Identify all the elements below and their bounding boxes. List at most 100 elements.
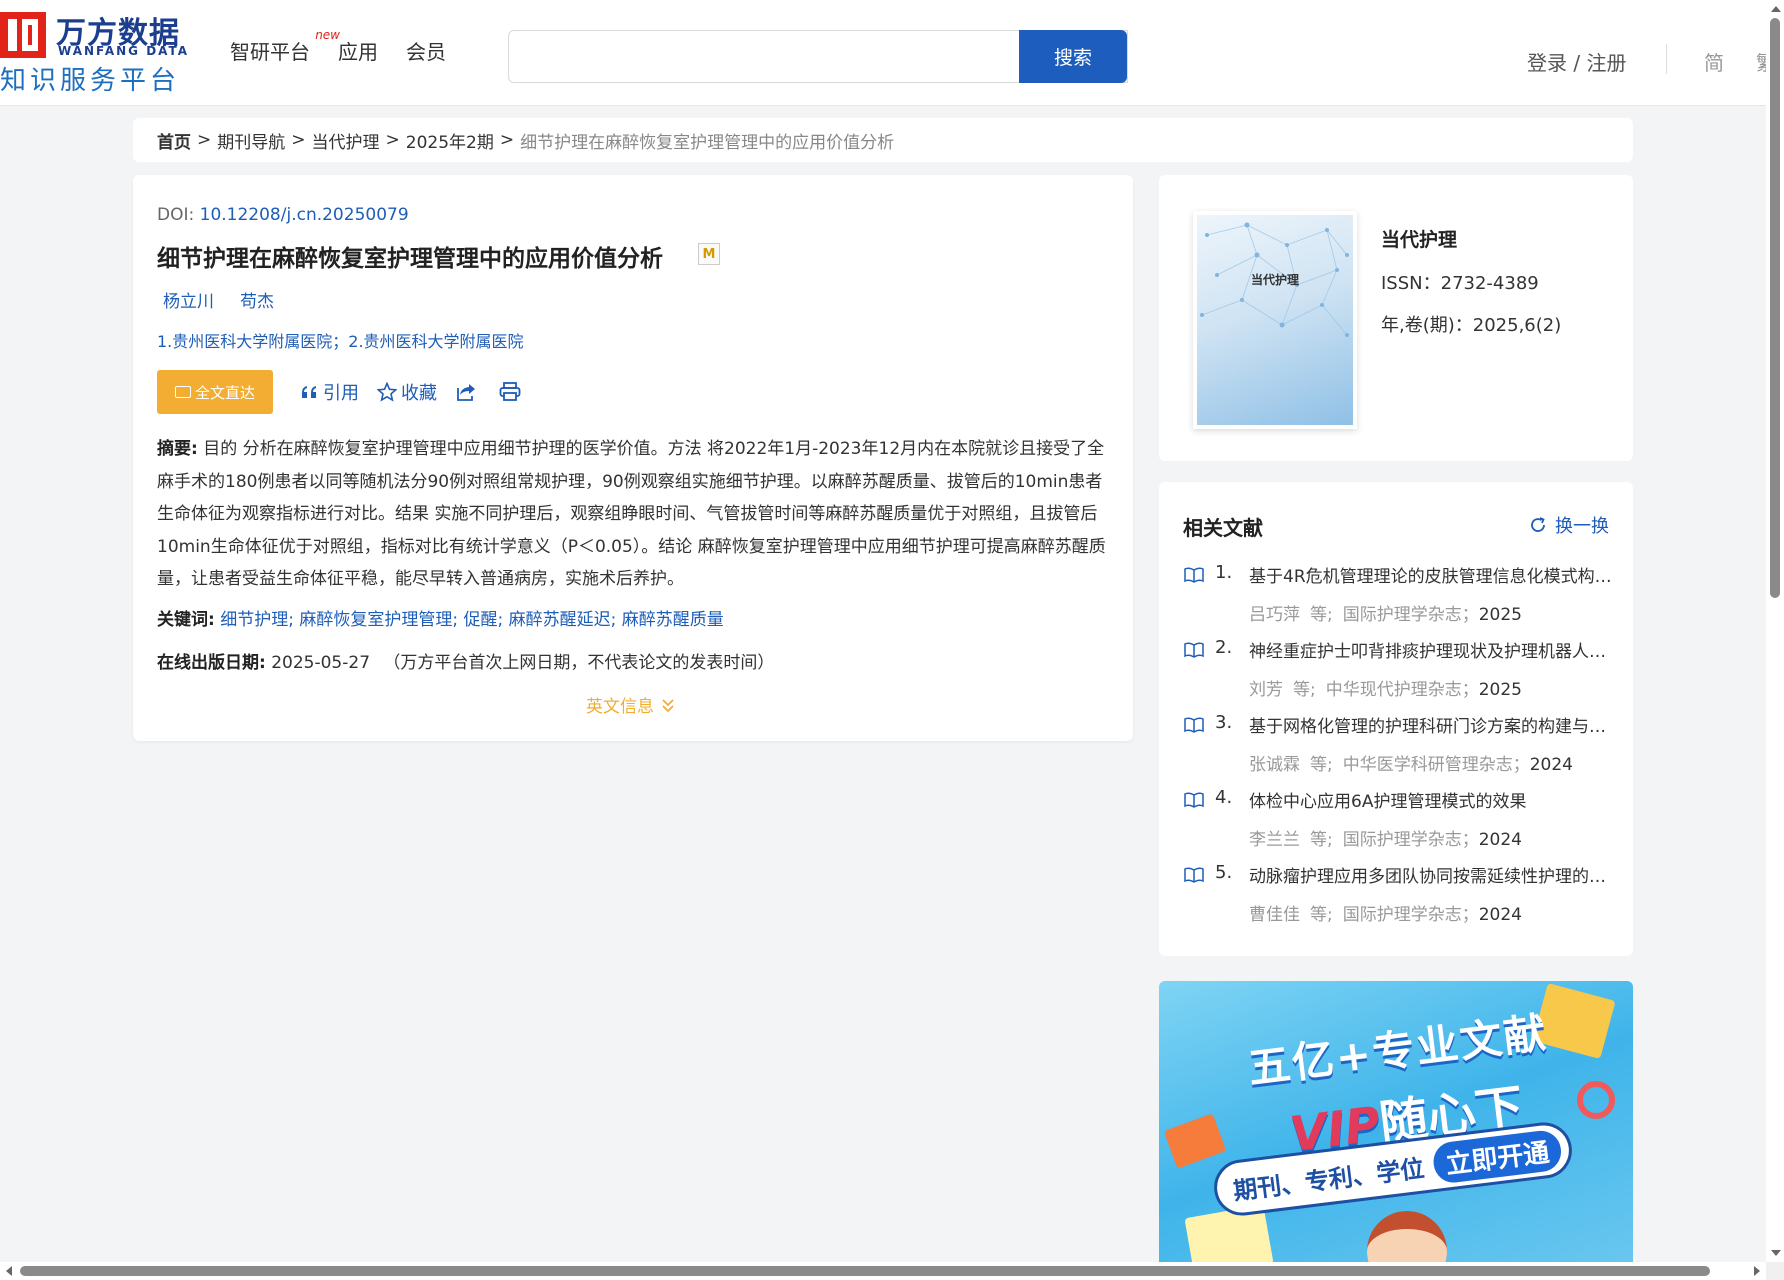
avatar-illustration: [1367, 1211, 1447, 1262]
related-item-title[interactable]: 神经重症护士叩背排痰护理现状及护理机器人需求调查: [1249, 637, 1613, 662]
keyword-link[interactable]: 麻醉苏醒延迟: [509, 610, 611, 630]
affiliations[interactable]: 1.贵州医科大学附属医院；2.贵州医科大学附属医院: [157, 328, 524, 352]
pubdate-note: （万方平台首次上网日期，不代表论文的发表时间）: [383, 653, 775, 673]
breadcrumb-issue[interactable]: 2025年2期: [406, 128, 494, 153]
doi-label: DOI:: [157, 205, 200, 225]
share-button[interactable]: [455, 382, 477, 402]
open-book-icon: [1184, 867, 1204, 883]
related-item[interactable]: 5. 动脉瘤护理应用多团队协同按需延续性护理的效果 曹佳佳 等; 国际护理学杂志；202…: [1183, 862, 1613, 937]
ad-pill-text: 期刊、专利、学位: [1231, 1153, 1426, 1205]
scroll-right-icon[interactable]: [1754, 1266, 1760, 1276]
related-item-meta: 曹佳佳 等; 国际护理学杂志；2024: [1249, 900, 1522, 925]
doi-link[interactable]: 10.12208/j.cn.20250079: [200, 205, 409, 225]
related-item-etal: 等;: [1310, 830, 1333, 850]
related-item-etal: 等;: [1293, 680, 1316, 700]
related-item[interactable]: 4. 体检中心应用6A护理管理模式的效果 李兰兰 等; 国际护理学杂志；2024: [1183, 787, 1613, 862]
scroll-left-icon[interactable]: [6, 1266, 12, 1276]
related-item-number: 4.: [1215, 787, 1233, 808]
english-info-label: 英文信息: [586, 697, 654, 717]
share-icon: [457, 384, 475, 401]
lang-simplified[interactable]: 简: [1704, 47, 1724, 76]
breadcrumb-home[interactable]: 首页: [157, 128, 191, 153]
author-list: 杨立川 苟杰: [163, 287, 274, 312]
related-literature-card: 相关文献 换一换 1. 基于4R危机管理理论的皮肤管理信息化模式构建与应用吕巧萍等…: [1159, 482, 1633, 956]
related-item[interactable]: 1. 基于4R危机管理理论的皮肤管理信息化模式构建与应用吕巧萍等; 国际护理学杂志；…: [1183, 562, 1613, 637]
nav-item-zhiyan[interactable]: 智研平台 new: [230, 28, 340, 65]
keyword-link[interactable]: 细节护理: [220, 610, 288, 630]
scrollbar-corner: [1766, 1262, 1784, 1280]
related-item-journal[interactable]: 国际护理学杂志: [1343, 605, 1462, 625]
breadcrumb-journal-nav[interactable]: 期刊导航: [217, 128, 285, 153]
print-button[interactable]: [499, 382, 521, 402]
related-item-author[interactable]: 李兰兰: [1249, 830, 1300, 850]
card-illustration: [1163, 1113, 1227, 1169]
related-item-author[interactable]: 吕巧萍: [1249, 605, 1300, 625]
scroll-thumb[interactable]: [1770, 18, 1780, 598]
related-heading: 相关文献: [1183, 516, 1263, 540]
lang-divider: [1666, 44, 1667, 74]
keywords-line: 关键词: 细节护理; 麻醉恢复室护理管理; 促醒; 麻醉苏醒延迟; 麻醉苏醒质量: [157, 610, 724, 630]
related-item-author[interactable]: 刘芳: [1249, 680, 1283, 700]
printer-icon: [499, 382, 521, 401]
star-icon: [377, 382, 397, 402]
full-text-button[interactable]: 全文直达: [157, 370, 273, 414]
ad-open-now-button[interactable]: 立即开通: [1431, 1128, 1564, 1185]
cite-label: 引用: [323, 383, 359, 404]
cover-network-graphic: [1200, 222, 1349, 337]
nav-item-member[interactable]: 会员: [406, 36, 446, 65]
related-item-title[interactable]: 基于4R危机管理理论的皮肤管理信息化模式构建与应用: [1249, 562, 1613, 587]
related-item[interactable]: 3. 基于网格化管理的护理科研门诊方案的构建与应用 张诚霖 等; 中华医学科研管理杂志；…: [1183, 712, 1613, 787]
scroll-down-icon[interactable]: [1771, 1250, 1781, 1256]
related-item-author[interactable]: 张诚霖: [1249, 755, 1300, 775]
top-header: 万方数据 WANFANG DATA 知识服务平台 智研平台 new 应用 会员 …: [0, 0, 1776, 106]
keyword-link[interactable]: 麻醉恢复室护理管理: [299, 610, 452, 630]
related-item-number: 5.: [1215, 862, 1233, 883]
vip-ad-banner[interactable]: 五亿+专业文献 VIP随心下 期刊、专利、学位 立即开通: [1159, 981, 1633, 1262]
horizontal-scrollbar[interactable]: [0, 1262, 1766, 1280]
journal-issn: ISSN：2732-4389: [1381, 273, 1539, 294]
refresh-button[interactable]: 换一换: [1529, 512, 1609, 538]
refresh-icon: [1531, 517, 1545, 532]
related-item[interactable]: 2. 神经重症护士叩背排痰护理现状及护理机器人需求调查刘芳等; 中华现代护理杂志；2…: [1183, 637, 1613, 712]
article-title: 细节护理在麻醉恢复室护理管理中的应用价值分析: [157, 246, 663, 272]
related-item-title[interactable]: 体检中心应用6A护理管理模式的效果: [1249, 787, 1613, 812]
journal-cover[interactable]: 当代护理: [1193, 211, 1357, 429]
keyword-link[interactable]: 促醒: [464, 610, 498, 630]
favorite-label: 收藏: [401, 383, 437, 404]
related-item-year: 2024: [1529, 755, 1573, 775]
favorite-button[interactable]: 收藏: [377, 379, 437, 405]
cite-button[interactable]: 引用: [301, 379, 359, 405]
author-link[interactable]: 杨立川: [163, 287, 214, 312]
related-item-year: 2024: [1478, 830, 1522, 850]
abstract-label: 摘要:: [157, 439, 198, 459]
logo-en-text: WANFANG DATA: [58, 44, 190, 58]
nav-label: 会员: [406, 40, 446, 64]
vertical-scrollbar[interactable]: [1766, 0, 1784, 1262]
related-item-title[interactable]: 基于网格化管理的护理科研门诊方案的构建与应用: [1249, 712, 1613, 737]
m-badge-icon[interactable]: M: [698, 243, 720, 265]
keyword-link[interactable]: 麻醉苏醒质量: [622, 610, 724, 630]
related-item-title[interactable]: 动脉瘤护理应用多团队协同按需延续性护理的效果: [1249, 862, 1613, 887]
scroll-thumb[interactable]: [20, 1266, 1710, 1276]
new-badge: new: [315, 28, 340, 42]
search-button[interactable]: 搜索: [1019, 30, 1127, 83]
related-item-journal[interactable]: 中华现代护理杂志: [1326, 680, 1462, 700]
login-register-link[interactable]: 登录 / 注册: [1527, 47, 1626, 76]
main-nav: 智研平台 new 应用 会员: [230, 28, 446, 65]
breadcrumb-journal[interactable]: 当代护理: [312, 128, 380, 153]
cover-title: 当代护理: [1251, 273, 1300, 287]
related-item-journal[interactable]: 中华医学科研管理杂志: [1343, 755, 1513, 775]
wanfang-logo[interactable]: 万方数据 WANFANG DATA 知识服务平台: [0, 8, 200, 96]
scroll-up-icon[interactable]: [1771, 6, 1781, 12]
related-item-number: 2.: [1215, 637, 1233, 658]
related-item-journal[interactable]: 国际护理学杂志: [1343, 830, 1462, 850]
author-link[interactable]: 苟杰: [240, 287, 274, 312]
english-info-toggle[interactable]: 英文信息: [586, 692, 676, 717]
breadcrumb-separator: >: [291, 130, 306, 150]
article-toolbar: 全文直达 引用 收藏: [157, 370, 521, 414]
journal-name[interactable]: 当代护理: [1381, 225, 1457, 252]
related-item-journal[interactable]: 国际护理学杂志: [1343, 905, 1462, 925]
nav-item-apps[interactable]: 应用: [338, 36, 378, 65]
related-item-author[interactable]: 曹佳佳: [1249, 905, 1300, 925]
pubdate-value: 2025-05-27: [271, 653, 371, 673]
